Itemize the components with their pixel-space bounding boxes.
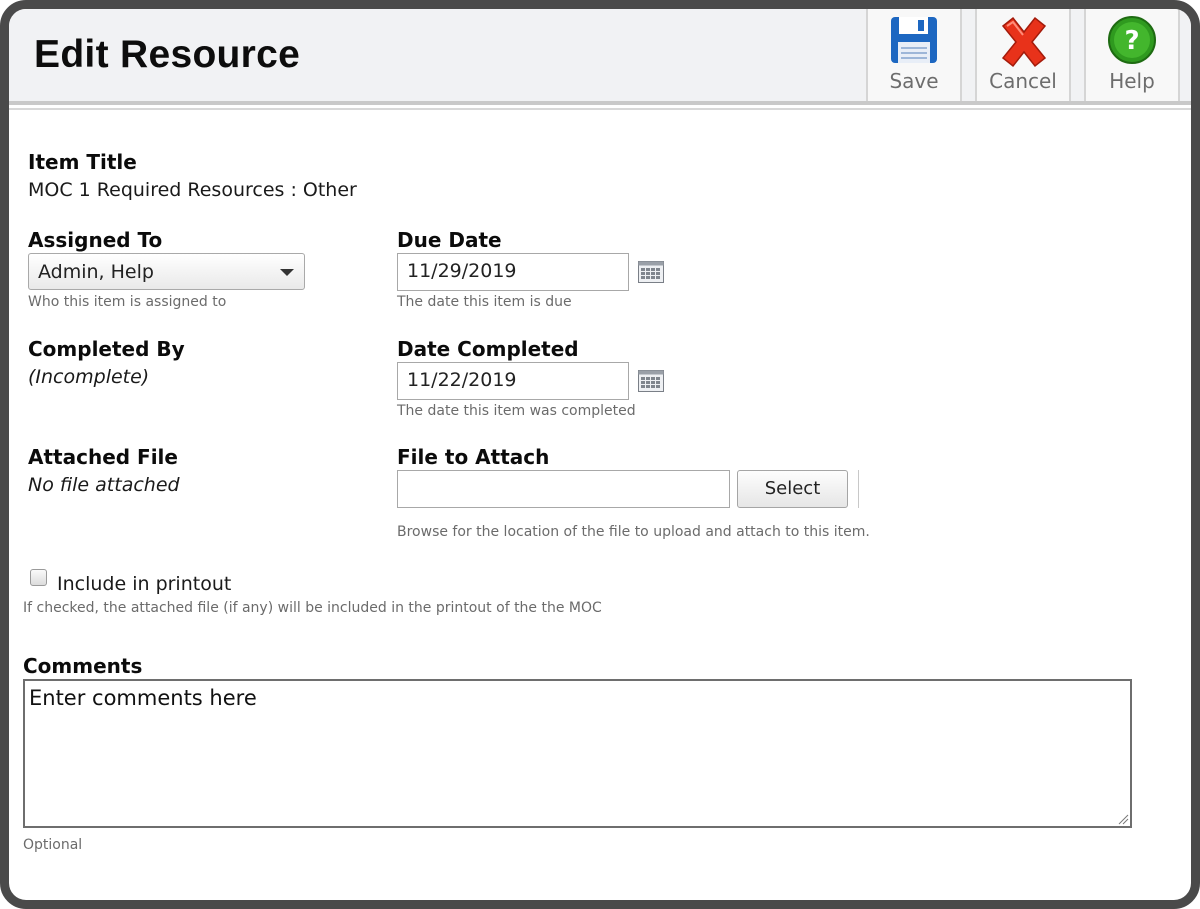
save-label: Save	[889, 69, 939, 93]
completed-by-label: Completed By	[28, 337, 185, 361]
chevron-down-icon	[280, 269, 294, 276]
dialog-header: Edit Resource Save Cancel ? Help	[9, 9, 1191, 110]
file-to-attach-label: File to Attach	[397, 445, 550, 469]
item-title-value: MOC 1 Required Resources : Other	[28, 179, 357, 201]
date-completed-input[interactable]: 11/22/2019	[397, 362, 629, 400]
due-date-hint: The date this item is due	[397, 294, 572, 310]
comments-label: Comments	[23, 654, 143, 678]
attached-file-value: No file attached	[28, 474, 180, 496]
include-printout-label[interactable]: Include in printout	[57, 573, 231, 595]
resize-grip-icon[interactable]	[1117, 813, 1129, 825]
save-button[interactable]: Save	[866, 9, 962, 101]
calendar-icon[interactable]	[638, 261, 664, 283]
page-title: Edit Resource	[34, 33, 301, 76]
assigned-to-dropdown[interactable]: Admin, Help	[28, 253, 305, 290]
item-title-label: Item Title	[28, 150, 137, 174]
assigned-to-hint: Who this item is assigned to	[28, 294, 227, 310]
cancel-label: Cancel	[989, 69, 1057, 93]
assigned-to-label: Assigned To	[28, 228, 163, 252]
cancel-button[interactable]: Cancel	[975, 9, 1071, 101]
comments-hint: Optional	[23, 837, 83, 853]
completed-by-value: (Incomplete)	[28, 366, 150, 388]
svg-text:?: ?	[1124, 26, 1139, 56]
help-label: Help	[1109, 69, 1155, 93]
floppy-disk-icon	[891, 17, 937, 63]
question-mark-icon: ?	[1108, 16, 1156, 64]
red-x-icon	[1001, 16, 1047, 68]
date-completed-hint: The date this item was completed	[397, 403, 636, 419]
include-printout-hint: If checked, the attached file (if any) w…	[23, 600, 602, 616]
date-completed-label: Date Completed	[397, 337, 579, 361]
comments-textarea[interactable]: Enter comments here	[23, 679, 1132, 828]
divider	[858, 470, 859, 508]
file-to-attach-hint: Browse for the location of the file to u…	[397, 524, 870, 540]
calendar-icon[interactable]	[638, 370, 664, 392]
select-file-button[interactable]: Select	[737, 470, 848, 508]
help-button[interactable]: ? Help	[1084, 9, 1180, 101]
edit-resource-dialog: Edit Resource Save Cancel ? Help Item Ti…	[0, 0, 1200, 909]
file-path-input[interactable]	[397, 470, 730, 508]
include-printout-checkbox[interactable]	[30, 569, 47, 586]
due-date-input[interactable]: 11/29/2019	[397, 253, 629, 291]
due-date-label: Due Date	[397, 228, 502, 252]
attached-file-label: Attached File	[28, 445, 178, 469]
assigned-to-value: Admin, Help	[38, 261, 154, 283]
